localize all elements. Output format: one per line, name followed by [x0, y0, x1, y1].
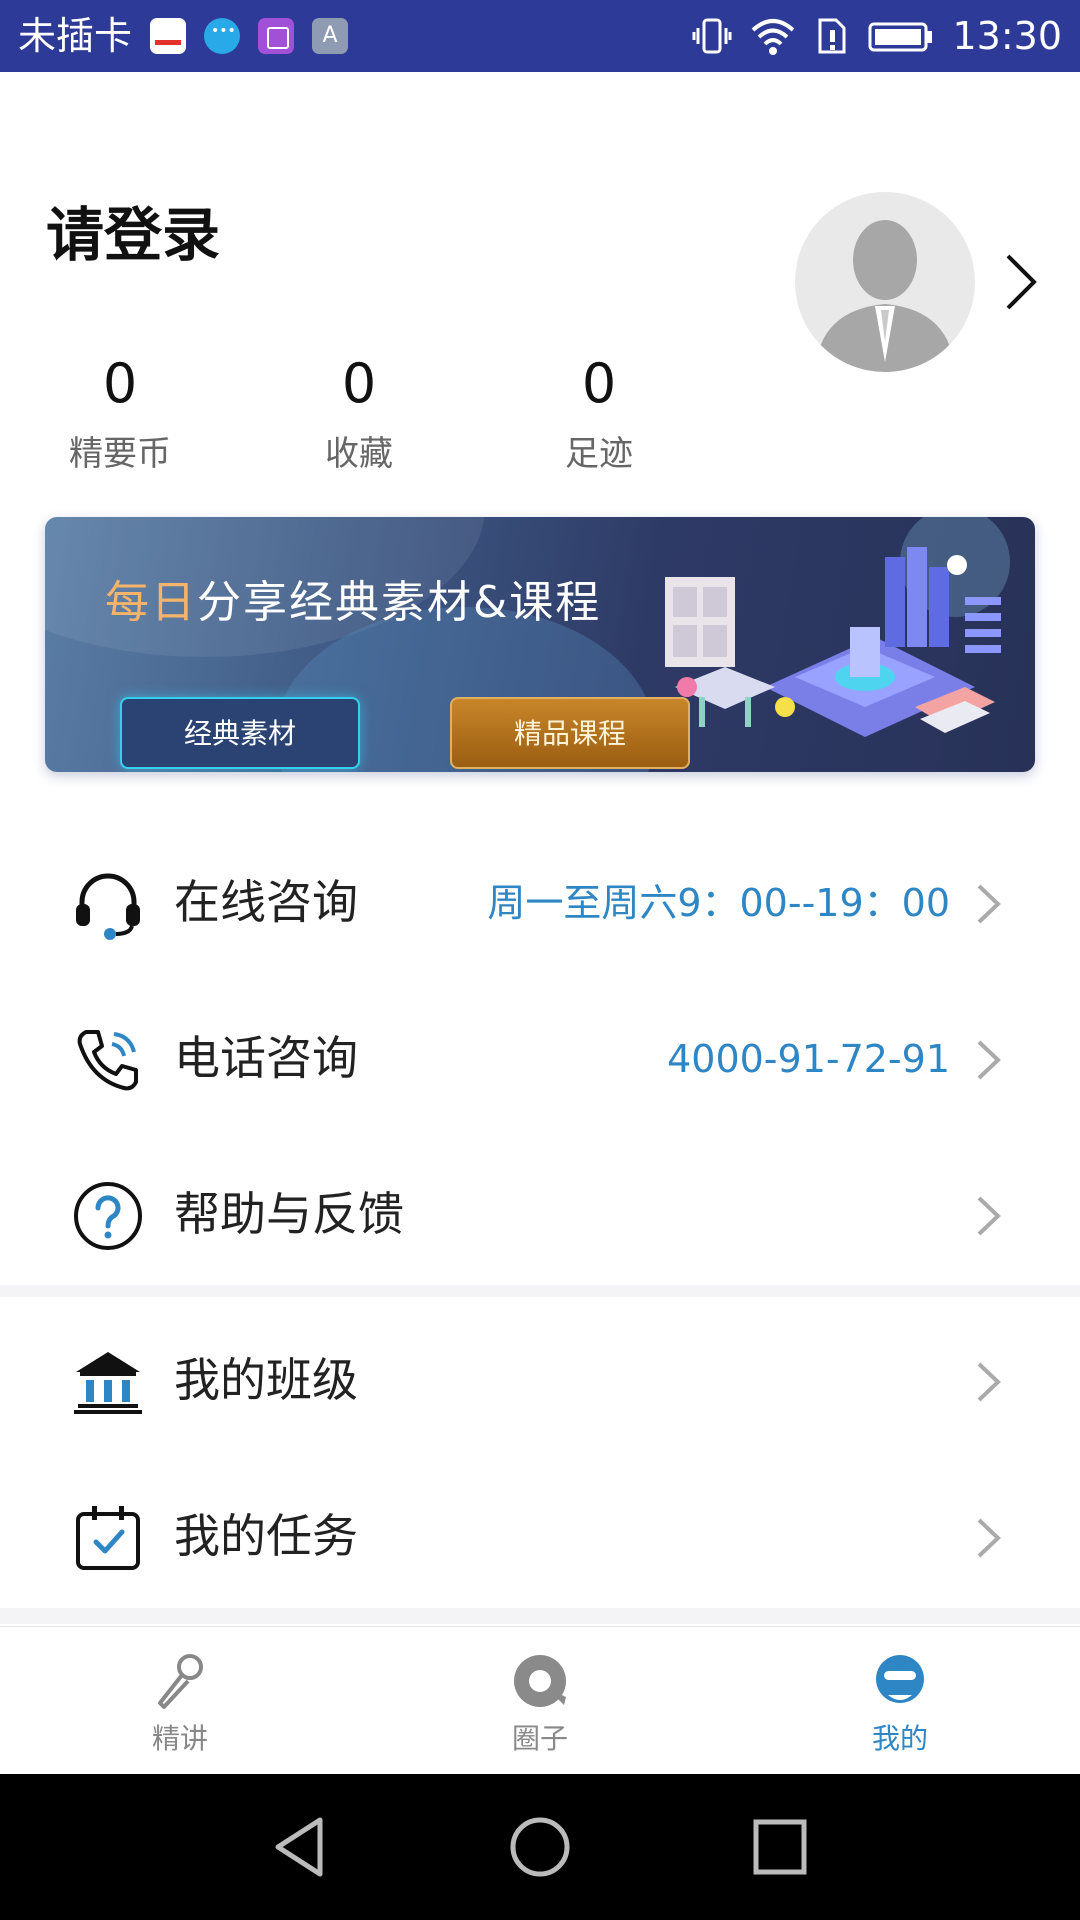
help-icon: [74, 1182, 142, 1250]
stat-value: 0: [341, 352, 377, 415]
class-building-icon: [74, 1352, 142, 1414]
stat-label: 精要币: [69, 434, 171, 474]
chevron-right-icon: [977, 1196, 1001, 1236]
stat-coins[interactable]: 0 精要币: [20, 352, 220, 476]
microphone-icon: [158, 1654, 203, 1709]
menu-label: 电话咨询: [174, 1031, 358, 1085]
tab-label: 我的: [871, 1722, 928, 1755]
message-bubble-icon: [204, 18, 240, 54]
status-bar: 未插卡 A 13:30: [0, 0, 1080, 72]
classic-materials-button[interactable]: 经典素材: [120, 697, 360, 769]
phone-number: 4000-91-72-91: [667, 1037, 950, 1081]
stat-label: 足迹: [565, 434, 633, 474]
default-avatar-icon: [815, 220, 955, 372]
banner-headline-highlight: 每日: [105, 577, 197, 628]
recents-icon[interactable]: [748, 1814, 812, 1880]
chevron-right-icon: [977, 1040, 1001, 1080]
menu-label: 在线咨询: [174, 875, 358, 929]
system-nav-bar: [0, 1774, 1080, 1920]
banner-headline-text: 分享经典素材&课程: [197, 577, 602, 628]
chevron-right-icon: [977, 1518, 1001, 1558]
menu-help-feedback[interactable]: 帮助与反馈: [0, 1134, 1080, 1290]
banner-illustration: [665, 547, 1001, 737]
stat-value: 0: [581, 352, 617, 415]
section-divider: [0, 1608, 1080, 1624]
headset-icon: [76, 873, 140, 940]
menu-online-consult[interactable]: 在线咨询 周一至周六9：00--19：00: [0, 822, 1080, 978]
tab-mine[interactable]: 我的: [800, 1627, 1000, 1775]
stat-favorites[interactable]: 0 收藏: [259, 352, 459, 476]
back-icon[interactable]: [270, 1814, 330, 1880]
battery-icon: [868, 22, 933, 52]
profile-face-icon: [876, 1655, 924, 1703]
consult-hours: 周一至周六9：00--19：00: [487, 881, 950, 925]
chevron-right-icon[interactable]: [1002, 252, 1042, 312]
clock: 13:30: [952, 14, 1062, 58]
status-icons: 13:30: [692, 14, 1062, 58]
stat-value: 0: [102, 352, 138, 415]
menu-label: 帮助与反馈: [174, 1187, 404, 1241]
section-divider: [0, 1285, 1080, 1297]
carrier-text: 未插卡: [18, 14, 133, 58]
chevron-right-icon: [977, 884, 1001, 924]
youku-icon: [150, 18, 186, 54]
tab-label: 圈子: [511, 1722, 568, 1755]
menu-my-tasks[interactable]: 我的任务: [0, 1456, 1080, 1612]
gallery-icon: [258, 18, 294, 54]
wifi-icon: [752, 19, 795, 55]
tab-label: 精讲: [151, 1722, 208, 1755]
bottom-tab-bar: 精讲 圈子 我的: [0, 1626, 1080, 1774]
menu-my-class[interactable]: 我的班级: [0, 1300, 1080, 1456]
stat-history[interactable]: 0 足迹: [499, 352, 699, 476]
banner-headline: 每日分享经典素材&课程: [105, 575, 601, 631]
circle-search-icon: [514, 1655, 566, 1707]
sim-alert-icon: [818, 18, 846, 54]
menu-phone-consult[interactable]: 电话咨询 4000-91-72-91: [0, 978, 1080, 1134]
promo-banner[interactable]: 每日分享经典素材&课程 经典素材 精品课程: [45, 517, 1035, 772]
font-icon: A: [312, 18, 348, 54]
home-icon[interactable]: [508, 1814, 572, 1880]
calendar-check-icon: [76, 1506, 140, 1570]
tab-lectures[interactable]: 精讲: [80, 1627, 280, 1775]
menu-label: 我的任务: [174, 1509, 358, 1563]
phone-icon: [77, 1030, 138, 1091]
tab-circle[interactable]: 圈子: [440, 1627, 640, 1775]
vibrate-icon: [692, 18, 732, 54]
avatar[interactable]: [795, 192, 975, 372]
chevron-right-icon: [977, 1362, 1001, 1402]
login-prompt[interactable]: 请登录: [46, 200, 220, 270]
menu-label: 我的班级: [174, 1353, 358, 1407]
stat-label: 收藏: [325, 434, 393, 474]
